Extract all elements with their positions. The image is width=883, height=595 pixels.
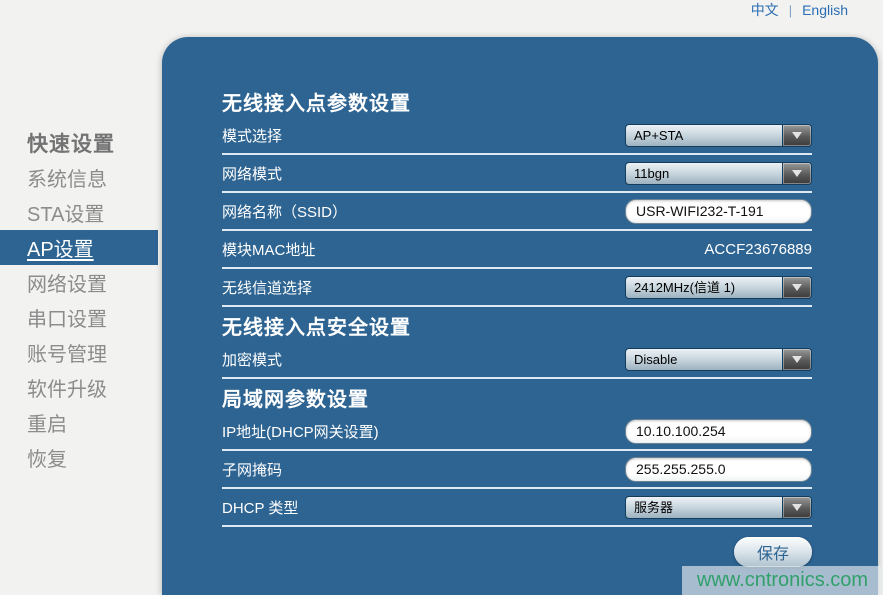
channel-select-value: 2412MHz(信道 1) — [626, 277, 782, 298]
subnet-mask-input[interactable] — [625, 457, 812, 482]
sidebar-item-firmware-upgrade[interactable]: 软件升级 — [0, 370, 158, 405]
encryption-select-value: Disable — [626, 349, 782, 370]
section-title-ap-security: 无线接入点安全设置 — [222, 315, 812, 341]
dhcp-type-label: DHCP 类型 — [222, 497, 298, 518]
ssid-input[interactable] — [625, 199, 812, 224]
encryption-select[interactable]: Disable — [625, 348, 812, 371]
mode-select[interactable]: AP+STA — [625, 124, 812, 147]
dhcp-type-select-value: 服务器 — [626, 497, 782, 518]
mac-address-label: 模块MAC地址 — [222, 239, 315, 260]
sidebar-item-sta-settings[interactable]: STA设置 — [0, 195, 158, 230]
channel-label: 无线信道选择 — [222, 277, 312, 298]
sidebar-item-system-info[interactable]: 系统信息 — [0, 160, 158, 195]
row-ip-address: IP地址(DHCP网关设置) — [222, 413, 812, 451]
row-network-mode: 网络模式 11bgn — [222, 155, 812, 193]
ssid-label: 网络名称（SSID） — [222, 201, 347, 222]
sidebar-item-serial-settings[interactable]: 串口设置 — [0, 300, 158, 335]
row-mac-address: 模块MAC地址 ACCF23676889 — [222, 231, 812, 269]
sidebar-item-quick-setup[interactable]: 快速设置 — [0, 125, 158, 160]
language-separator: | — [789, 3, 792, 18]
save-button[interactable]: 保存 — [734, 537, 812, 567]
mac-address-value: ACCF23676889 — [704, 241, 812, 258]
mode-select-value: AP+STA — [626, 125, 782, 146]
lang-chinese-link[interactable]: 中文 — [751, 0, 779, 20]
dhcp-type-select[interactable]: 服务器 — [625, 496, 812, 519]
network-mode-select[interactable]: 11bgn — [625, 162, 812, 185]
subnet-mask-label: 子网掩码 — [222, 459, 282, 480]
language-switcher: 中文 | English — [751, 1, 848, 19]
row-dhcp-type: DHCP 类型 服务器 — [222, 489, 812, 527]
row-mode: 模式选择 AP+STA — [222, 117, 812, 155]
page: 中文 | English 快速设置 系统信息 STA设置 AP设置 网络设置 串… — [0, 0, 883, 595]
section-title-lan-params: 局域网参数设置 — [222, 387, 812, 413]
dropdown-arrow-icon — [782, 163, 811, 184]
ip-address-input[interactable] — [625, 419, 812, 444]
sidebar-item-restart[interactable]: 重启 — [0, 405, 158, 440]
sidebar-item-ap-settings[interactable]: AP设置 — [0, 230, 158, 265]
settings-panel: 无线接入点参数设置 模式选择 AP+STA 网络模式 11bgn 网络名称（SS… — [162, 37, 878, 595]
dropdown-arrow-icon — [782, 125, 811, 146]
sidebar-item-account-management[interactable]: 账号管理 — [0, 335, 158, 370]
network-mode-label: 网络模式 — [222, 163, 282, 184]
sidebar-nav: 快速设置 系统信息 STA设置 AP设置 网络设置 串口设置 账号管理 软件升级… — [0, 125, 158, 475]
row-ssid: 网络名称（SSID） — [222, 193, 812, 231]
lang-english-link[interactable]: English — [802, 2, 848, 18]
section-title-ap-params: 无线接入点参数设置 — [222, 91, 812, 117]
dropdown-arrow-icon — [782, 497, 811, 518]
row-channel: 无线信道选择 2412MHz(信道 1) — [222, 269, 812, 307]
network-mode-select-value: 11bgn — [626, 163, 782, 184]
row-encryption: 加密模式 Disable — [222, 341, 812, 379]
sidebar-item-network-settings[interactable]: 网络设置 — [0, 265, 158, 300]
sidebar-item-restore[interactable]: 恢复 — [0, 440, 158, 475]
save-row: 保存 — [222, 527, 812, 575]
row-subnet-mask: 子网掩码 — [222, 451, 812, 489]
dropdown-arrow-icon — [782, 277, 811, 298]
mode-label: 模式选择 — [222, 125, 282, 146]
dropdown-arrow-icon — [782, 349, 811, 370]
channel-select[interactable]: 2412MHz(信道 1) — [625, 276, 812, 299]
encryption-label: 加密模式 — [222, 349, 282, 370]
ip-address-label: IP地址(DHCP网关设置) — [222, 421, 379, 442]
settings-form: 无线接入点参数设置 模式选择 AP+STA 网络模式 11bgn 网络名称（SS… — [162, 37, 878, 575]
